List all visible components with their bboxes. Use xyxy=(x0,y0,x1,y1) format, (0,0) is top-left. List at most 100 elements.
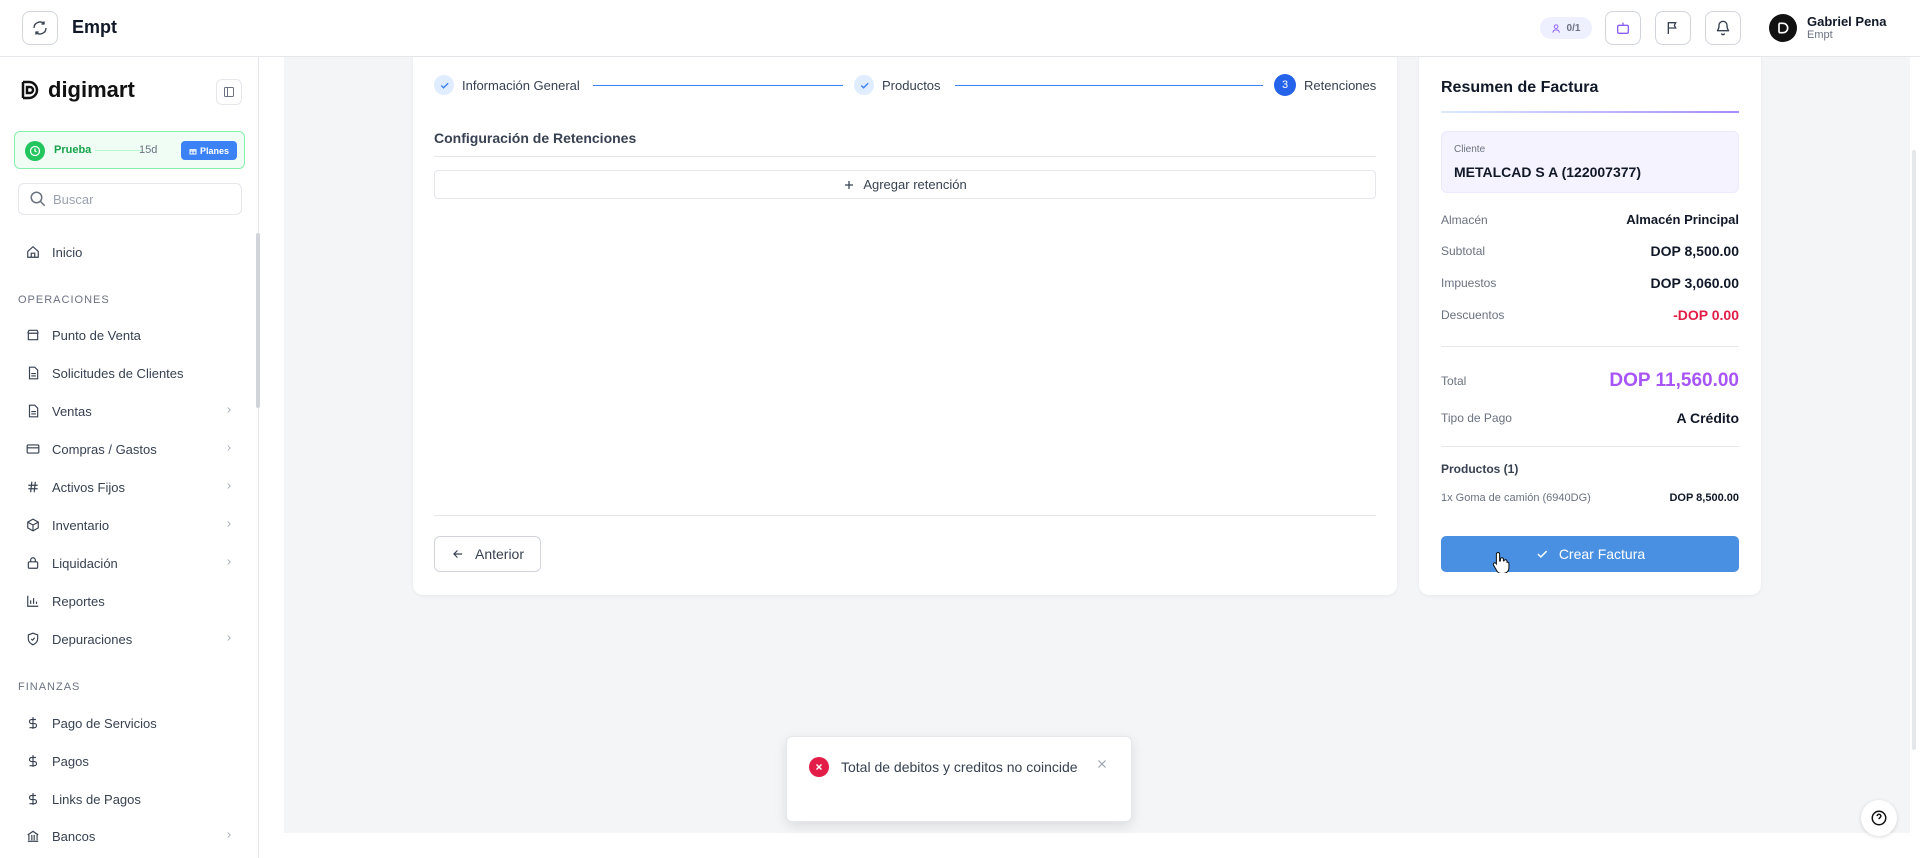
summary-row-subtotal: Subtotal DOP 8,500.00 xyxy=(1441,243,1739,259)
sidebar-item-punto-de-venta[interactable]: Punto de Venta xyxy=(18,320,242,350)
invoice-form-card: Información General Productos 3 Retencio… xyxy=(413,57,1397,595)
chevron-right-icon xyxy=(227,521,231,527)
user-name[interactable]: Gabriel Pena xyxy=(1807,14,1886,29)
chevron-right-icon xyxy=(227,445,231,451)
clock-icon xyxy=(25,141,45,161)
product-item: 1x Goma de camión (6940DG) DOP 8,500.00 xyxy=(1441,492,1739,504)
step-productos[interactable]: Productos xyxy=(854,75,941,95)
page-scrollbar[interactable] xyxy=(1912,150,1916,750)
close-toast-button[interactable] xyxy=(1095,757,1109,776)
summary-row-total: Total DOP 11,560.00 xyxy=(1441,370,1739,391)
flag-icon xyxy=(1667,22,1677,34)
box-icon xyxy=(27,518,39,532)
section-title: Configuración de Retenciones xyxy=(434,130,637,146)
hash-icon xyxy=(28,481,38,493)
sidebar-item-pago-servicios[interactable]: Pago de Servicios xyxy=(18,708,242,738)
refresh-button[interactable] xyxy=(22,11,58,45)
summary-underline xyxy=(1441,111,1739,113)
home-icon xyxy=(27,245,39,258)
sidebar-item-links-pagos[interactable]: Links de Pagos xyxy=(18,784,242,814)
client-name: METALCAD S A (122007377) xyxy=(1454,164,1641,180)
sidebar-item-inventario[interactable]: Inventario xyxy=(18,510,242,540)
trial-label: Prueba xyxy=(54,144,92,156)
step-connector xyxy=(593,85,843,86)
document-icon xyxy=(28,404,39,418)
search-box[interactable] xyxy=(18,183,242,215)
users-icon xyxy=(1552,23,1560,33)
sidebar-item-activos-fijos[interactable]: Activos Fijos xyxy=(18,472,242,502)
user-org: Empt xyxy=(1807,29,1833,41)
error-toast: Total de debitos y creditos no coincide xyxy=(786,736,1132,822)
search-input[interactable] xyxy=(53,191,233,207)
trial-days: 15d xyxy=(139,144,158,156)
sidebar-item-solicitudes[interactable]: Solicitudes de Clientes xyxy=(18,358,242,388)
chevron-right-icon xyxy=(227,832,231,838)
sidebar-item-bancos[interactable]: Bancos xyxy=(18,821,242,851)
digimart-logo-icon xyxy=(1778,22,1789,34)
error-icon xyxy=(809,757,829,777)
arrow-left-icon xyxy=(453,550,463,558)
collapse-sidebar-button[interactable] xyxy=(216,79,242,105)
summary-row-taxes: Impuestos DOP 3,060.00 xyxy=(1441,275,1739,291)
product-name: 1x Goma de camión (6940DG) xyxy=(1441,492,1591,504)
refresh-icon xyxy=(33,21,47,35)
summary-row-warehouse: Almacén Almacén Principal xyxy=(1441,212,1739,227)
top-bar: Empt 0/1 Gabriel Pena Empt xyxy=(0,0,1920,57)
help-button[interactable] xyxy=(1861,800,1897,836)
user-avatar[interactable] xyxy=(1769,14,1797,42)
chevron-right-icon xyxy=(227,407,231,413)
plans-button[interactable]: Planes xyxy=(181,141,237,160)
summary-row-discounts: Descuentos -DOP 0.00 xyxy=(1441,307,1739,323)
check-icon xyxy=(1537,550,1547,558)
notifications-button[interactable] xyxy=(1705,11,1741,45)
sidebar-scrollbar[interactable] xyxy=(256,233,260,408)
toast-message: Total de debitos y creditos no coincide xyxy=(841,759,1078,775)
client-box: Cliente METALCAD S A (122007377) xyxy=(1441,131,1739,193)
sidebar-item-liquidacion[interactable]: Liquidación xyxy=(18,548,242,578)
usage-count: 0/1 xyxy=(1566,22,1581,34)
sidebar-item-inicio[interactable]: Inicio xyxy=(18,237,242,267)
dollar-icon xyxy=(28,755,38,767)
lock-icon xyxy=(27,557,39,569)
bot-button[interactable] xyxy=(1605,11,1641,45)
step-retenciones[interactable]: 3 Retenciones xyxy=(1274,74,1376,96)
sidebar-item-pagos[interactable]: Pagos xyxy=(18,746,242,776)
chevron-right-icon xyxy=(227,635,231,641)
flag-button[interactable] xyxy=(1655,11,1691,45)
shield-icon xyxy=(27,632,39,646)
section-label-operaciones: OPERACIONES xyxy=(18,294,110,306)
card-icon xyxy=(26,444,40,454)
trial-banner: Prueba 15d Planes xyxy=(14,131,245,169)
digimart-logo-icon xyxy=(21,80,39,100)
check-icon xyxy=(434,75,454,95)
sidebar-item-depuraciones[interactable]: Depuraciones xyxy=(18,624,242,654)
divider xyxy=(1441,346,1739,347)
create-invoice-button[interactable]: Crear Factura xyxy=(1441,536,1739,572)
section-label-finanzas: FINANZAS xyxy=(18,681,81,693)
add-retention-button[interactable]: Agregar retención xyxy=(434,170,1376,199)
previous-button[interactable]: Anterior xyxy=(434,536,541,572)
invoice-summary-card: Resumen de Factura Cliente METALCAD S A … xyxy=(1419,57,1761,595)
document-icon xyxy=(28,366,39,380)
check-icon xyxy=(854,75,874,95)
bell-icon xyxy=(1716,20,1730,36)
step-informacion-general[interactable]: Información General xyxy=(434,75,580,95)
divider xyxy=(434,156,1376,157)
summary-row-payment-type: Tipo de Pago A Crédito xyxy=(1441,410,1739,426)
brand-logo[interactable]: digimart xyxy=(18,77,135,103)
step-number: 3 xyxy=(1274,74,1296,96)
sidebar-toggle-icon xyxy=(224,87,234,97)
usage-badge[interactable]: 0/1 xyxy=(1540,17,1592,39)
chevron-right-icon xyxy=(227,483,231,489)
dollar-icon xyxy=(28,793,38,805)
sidebar-item-ventas[interactable]: Ventas xyxy=(18,396,242,426)
sidebar-item-reportes[interactable]: Reportes xyxy=(18,586,242,616)
sidebar-item-compras[interactable]: Compras / Gastos xyxy=(18,434,242,464)
plus-icon xyxy=(845,180,854,189)
store-icon xyxy=(27,329,39,341)
client-label: Cliente xyxy=(1454,144,1486,155)
app-title: Empt xyxy=(72,17,117,37)
robot-icon xyxy=(1617,22,1629,34)
brand-name: digimart xyxy=(48,77,135,102)
search-icon xyxy=(30,191,46,207)
